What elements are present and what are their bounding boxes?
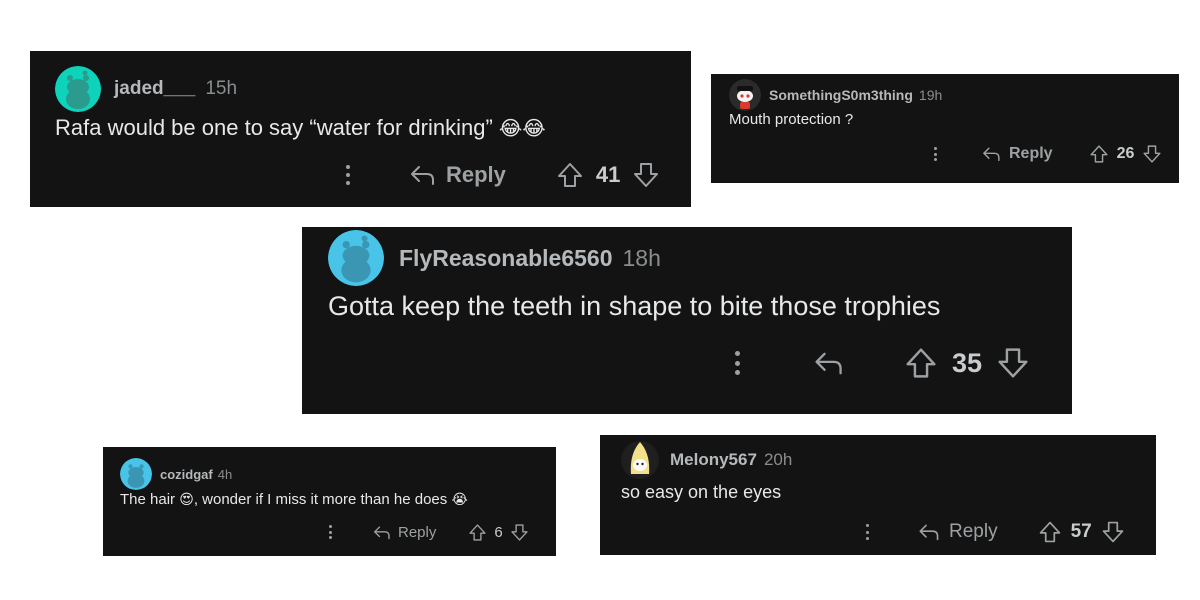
timestamp: 19h xyxy=(918,87,943,103)
comment-card: SomethingS0m3thing 19h Mouth protection … xyxy=(711,74,1179,183)
comment-text: so easy on the eyes xyxy=(621,482,782,502)
comment-actions: Reply 26 xyxy=(931,142,1162,166)
comment-body: so easy on the eyes xyxy=(621,482,781,503)
username[interactable]: cozidgaf xyxy=(160,467,213,482)
avatar[interactable] xyxy=(328,230,384,286)
vote-controls: 57 xyxy=(1038,520,1125,544)
comment-text-part: , wonder if I miss it more than he does xyxy=(193,491,448,508)
reply-button[interactable]: Reply xyxy=(372,524,436,541)
comment-card: Melony567 20h so easy on the eyes Reply … xyxy=(600,435,1156,555)
downvote-icon[interactable] xyxy=(510,523,529,542)
comment-actions: 35 xyxy=(732,345,1030,381)
vote-controls: 6 xyxy=(468,523,528,542)
vote-score: 35 xyxy=(952,347,983,378)
comment-actions: Reply 57 xyxy=(863,519,1125,545)
reply-button[interactable]: Reply xyxy=(981,145,1053,163)
avatar[interactable] xyxy=(55,66,101,112)
username[interactable]: jaded___ xyxy=(114,78,195,100)
reply-button[interactable]: Reply xyxy=(408,162,506,188)
comment-card: FlyReasonable6560 18h Gotta keep the tee… xyxy=(302,227,1072,414)
reply-label: Reply xyxy=(1009,145,1053,162)
timestamp: 15h xyxy=(205,78,238,99)
comment-card: jaded___ 15h Rafa would be one to say “w… xyxy=(30,51,691,207)
timestamp: 18h xyxy=(622,244,661,271)
reply-arrow-icon xyxy=(411,166,434,185)
upvote-icon[interactable] xyxy=(556,161,584,189)
more-options-icon[interactable] xyxy=(863,524,871,540)
crying-emoji: 😭 xyxy=(451,491,468,507)
comment-text: Mouth protection ? xyxy=(729,111,854,128)
comment-body: Gotta keep the teeth in shape to bite th… xyxy=(328,291,940,322)
vote-score: 26 xyxy=(1116,145,1135,162)
reply-label: Reply xyxy=(949,521,998,542)
comment-card: cozidgaf 4h The hair 😍, wonder if I miss… xyxy=(103,447,556,556)
reply-arrow-icon xyxy=(815,352,842,375)
comment-body: Mouth protection ? xyxy=(729,111,853,128)
vote-score: 6 xyxy=(494,523,503,541)
username[interactable]: Melony567 xyxy=(670,450,757,470)
comment-header: jaded___ 15h xyxy=(55,66,237,112)
vote-controls: 41 xyxy=(556,161,660,189)
downvote-icon[interactable] xyxy=(632,161,660,189)
reply-arrow-icon xyxy=(919,524,939,541)
vote-controls: 35 xyxy=(904,346,1030,380)
reply-arrow-icon xyxy=(374,525,390,539)
comment-text: Gotta keep the teeth in shape to bite th… xyxy=(328,291,941,321)
username[interactable]: SomethingS0m3thing xyxy=(769,87,913,103)
comment-text-part: The hair xyxy=(120,491,176,508)
comment-actions: Reply 6 xyxy=(326,521,529,543)
comment-header: Melony567 20h xyxy=(621,440,792,480)
comment-header: FlyReasonable6560 18h xyxy=(328,230,661,286)
more-options-icon[interactable] xyxy=(343,165,353,185)
upvote-icon[interactable] xyxy=(468,523,487,542)
reply-button[interactable] xyxy=(812,349,844,377)
downvote-icon[interactable] xyxy=(1101,520,1125,544)
vote-controls: 26 xyxy=(1089,144,1163,164)
comment-text: Rafa would be one to say “water for drin… xyxy=(55,115,493,140)
downvote-icon[interactable] xyxy=(1142,144,1162,164)
laughing-emoji: 😂😂 xyxy=(498,118,546,140)
vote-score: 41 xyxy=(595,162,621,187)
vote-score: 57 xyxy=(1070,521,1092,542)
upvote-icon[interactable] xyxy=(904,346,938,380)
more-options-icon[interactable] xyxy=(326,525,334,539)
heart-eyes-emoji: 😍 xyxy=(179,491,194,507)
comment-body: The hair 😍, wonder if I miss it more tha… xyxy=(120,491,468,508)
upvote-icon[interactable] xyxy=(1038,520,1062,544)
upvote-icon[interactable] xyxy=(1089,144,1109,164)
comment-header: SomethingS0m3thing 19h xyxy=(729,79,942,111)
comment-body: Rafa would be one to say “water for drin… xyxy=(55,115,546,141)
avatar[interactable] xyxy=(621,440,659,480)
comment-actions: Reply 41 xyxy=(343,159,660,191)
reply-arrow-icon xyxy=(983,147,1000,162)
more-options-icon[interactable] xyxy=(931,147,939,161)
avatar[interactable] xyxy=(729,79,761,111)
reply-label: Reply xyxy=(446,162,506,187)
comment-header: cozidgaf 4h xyxy=(120,458,232,490)
more-options-icon[interactable] xyxy=(732,351,742,375)
timestamp: 20h xyxy=(763,450,793,469)
avatar[interactable] xyxy=(120,458,152,490)
timestamp: 4h xyxy=(217,466,233,482)
reply-button[interactable]: Reply xyxy=(917,521,998,543)
username[interactable]: FlyReasonable6560 xyxy=(399,245,613,272)
downvote-icon[interactable] xyxy=(996,346,1030,380)
reply-label: Reply xyxy=(398,523,437,541)
